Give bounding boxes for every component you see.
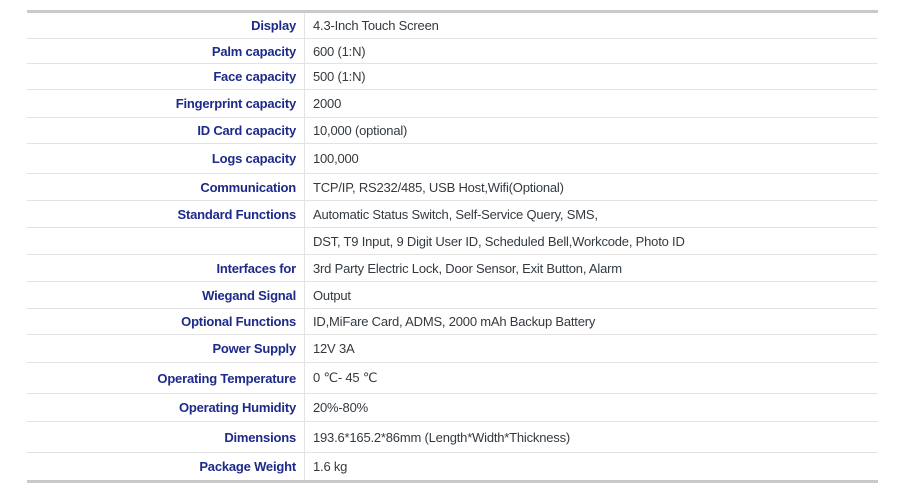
spec-label: Communication [27, 174, 305, 200]
spec-label: Interfaces for [27, 255, 305, 281]
spec-row: Operating Humidity 20%-80% [27, 393, 878, 421]
spec-row: Logs capacity 100,000 [27, 143, 878, 173]
spec-row: Power Supply 12V 3A [27, 334, 878, 362]
spec-row: Interfaces for 3rd Party Electric Lock, D… [27, 254, 878, 281]
spec-label: Face capacity [27, 64, 305, 89]
spec-value: 3rd Party Electric Lock, Door Sensor, Ex… [313, 260, 622, 276]
spec-value: Output [313, 287, 351, 303]
spec-value: DST, T9 Input, 9 Digit User ID, Schedule… [313, 233, 685, 249]
spec-value: 4.3-Inch Touch Screen [313, 18, 439, 33]
spec-row: Communication TCP/IP, RS232/485, USB Host… [27, 173, 878, 200]
spec-value: 193.6*165.2*86mm (Length*Width*Thickness… [313, 429, 570, 445]
spec-value: 100,000 [313, 151, 359, 166]
spec-value: 1.6 kg [313, 459, 348, 474]
spec-row: DST, T9 Input, 9 Digit User ID, Schedule… [27, 227, 878, 254]
spec-label [27, 228, 305, 254]
spec-row: Wiegand Signal Output [27, 281, 878, 308]
spec-row: ID Card capacity 10,000 (optional) [27, 117, 878, 143]
spec-row: Palm capacity 600 (1:N) [27, 38, 878, 63]
spec-label: Display [27, 13, 305, 38]
spec-row: Display 4.3-Inch Touch Screen [27, 13, 878, 38]
spec-label: Fingerprint capacity [27, 90, 305, 117]
spec-value: 0 ℃- 45 ℃ [313, 370, 378, 385]
spec-label: Optional Functions [27, 309, 305, 334]
spec-row: Package Weight 1.6 kg [27, 452, 878, 480]
spec-label: Operating Humidity [27, 394, 305, 421]
spec-value: 500 (1:N) [313, 69, 366, 84]
spec-value: Automatic Status Switch, Self-Service Qu… [313, 206, 598, 222]
spec-label: Power Supply [27, 335, 305, 362]
spec-value: 600 (1:N) [313, 43, 366, 59]
spec-row: Fingerprint capacity 2000 [27, 89, 878, 117]
spec-label: Logs capacity [27, 144, 305, 173]
spec-label: ID Card capacity [27, 118, 305, 143]
spec-row: Dimensions 193.6*165.2*86mm (Length*Width… [27, 421, 878, 452]
spec-row: Standard Functions Automatic Status Switc… [27, 200, 878, 227]
spec-label: Palm capacity [27, 39, 305, 63]
spec-label: Operating Temperature [27, 363, 305, 393]
spec-value: ID,MiFare Card, ADMS, 2000 mAh Backup Ba… [313, 314, 596, 329]
spec-row: Operating Temperature 0 ℃- 45 ℃ [27, 362, 878, 393]
spec-value: 2000 [313, 96, 342, 111]
spec-label: Package Weight [27, 453, 305, 480]
spec-row: Optional Functions ID,MiFare Card, ADMS, … [27, 308, 878, 334]
spec-value: 20%-80% [313, 400, 368, 415]
spec-value: TCP/IP, RS232/485, USB Host,Wifi(Optiona… [313, 179, 564, 195]
spec-label: Standard Functions [27, 201, 305, 227]
spec-row: Face capacity 500 (1:N) [27, 63, 878, 89]
spec-value: 10,000 (optional) [313, 123, 408, 138]
spec-label: Wiegand Signal [27, 282, 305, 308]
spec-label: Dimensions [27, 422, 305, 452]
specification-table: Display 4.3-Inch Touch Screen Palm capacit… [27, 10, 878, 483]
spec-value: 12V 3A [313, 341, 355, 356]
